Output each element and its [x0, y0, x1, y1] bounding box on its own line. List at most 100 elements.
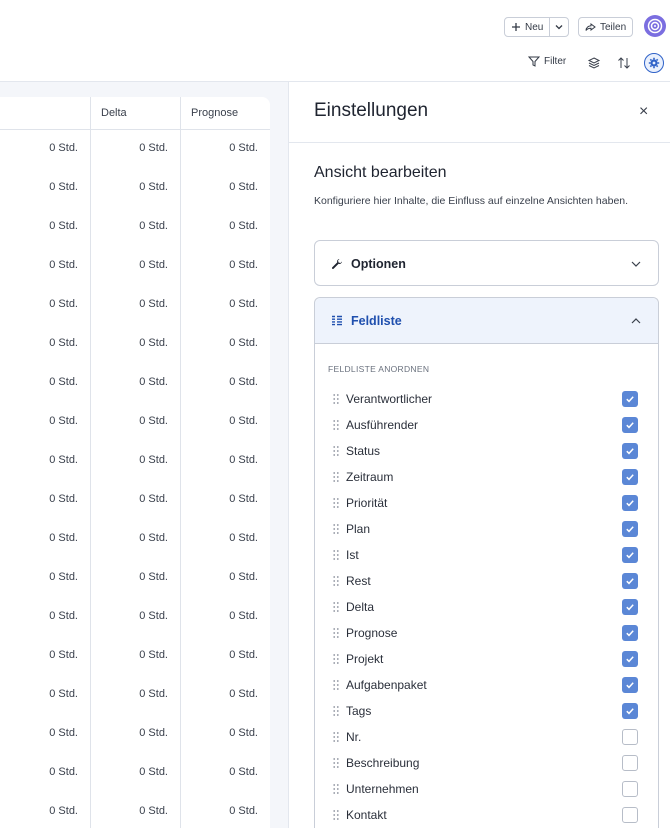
- table-row[interactable]: 0 Std. 0 Std. 0 Std.: [0, 481, 270, 520]
- table-cell: 0 Std.: [180, 130, 270, 169]
- field-checkbox[interactable]: [622, 391, 638, 407]
- field-list-item[interactable]: Ist: [315, 542, 658, 568]
- field-checkbox[interactable]: [622, 495, 638, 511]
- table-row[interactable]: 0 Std. 0 Std. 0 Std.: [0, 637, 270, 676]
- field-list-item[interactable]: Zeitraum: [315, 464, 658, 490]
- new-button[interactable]: Neu: [505, 18, 551, 36]
- new-dropdown-toggle[interactable]: [550, 18, 568, 36]
- field-checkbox[interactable]: [622, 755, 638, 771]
- table-row[interactable]: 0 Std. 0 Std. 0 Std.: [0, 715, 270, 754]
- section-description: Konfiguriere hier Inhalte, die Einfluss …: [314, 195, 629, 207]
- field-list-item[interactable]: Tags: [315, 698, 658, 724]
- table-cell: 0 Std.: [180, 325, 270, 364]
- table-row[interactable]: 0 Std. 0 Std. 0 Std.: [0, 403, 270, 442]
- table-row[interactable]: 0 Std. 0 Std. 0 Std.: [0, 286, 270, 325]
- drag-handle-icon[interactable]: [333, 809, 339, 821]
- drag-handle-icon[interactable]: [333, 471, 339, 483]
- field-checkbox[interactable]: [622, 599, 638, 615]
- field-list-item[interactable]: Priorität: [315, 490, 658, 516]
- table-row[interactable]: 0 Std. 0 Std. 0 Std.: [0, 364, 270, 403]
- table-row[interactable]: 0 Std. 0 Std. 0 Std.: [0, 247, 270, 286]
- field-list-item[interactable]: Projekt: [315, 646, 658, 672]
- field-list-item[interactable]: Delta: [315, 594, 658, 620]
- share-button[interactable]: Teilen: [578, 17, 634, 37]
- drag-handle-icon[interactable]: [333, 497, 339, 509]
- column-header-delta[interactable]: Delta: [90, 97, 180, 129]
- drag-handle-icon[interactable]: [333, 757, 339, 769]
- field-checkbox[interactable]: [622, 547, 638, 563]
- field-list-item[interactable]: Prognose: [315, 620, 658, 646]
- table-cell: 0 Std.: [49, 337, 78, 349]
- field-list-item[interactable]: Status: [315, 438, 658, 464]
- field-list-item[interactable]: Kontakt: [315, 802, 658, 828]
- field-label: Priorität: [346, 496, 388, 510]
- field-checkbox[interactable]: [622, 469, 638, 485]
- drag-handle-icon[interactable]: [333, 575, 339, 587]
- table-row[interactable]: 0 Std. 0 Std. 0 Std.: [0, 754, 270, 793]
- field-list-item[interactable]: Beschreibung: [315, 750, 658, 776]
- drag-handle-icon[interactable]: [333, 393, 339, 405]
- table-cell: 0 Std.: [180, 247, 270, 286]
- drag-handle-icon[interactable]: [333, 731, 339, 743]
- table-row[interactable]: 0 Std. 0 Std. 0 Std.: [0, 442, 270, 481]
- close-icon[interactable]: ×: [639, 103, 648, 121]
- field-checkbox[interactable]: [622, 521, 638, 537]
- table-row[interactable]: 0 Std. 0 Std. 0 Std.: [0, 169, 270, 208]
- drag-handle-icon[interactable]: [333, 627, 339, 639]
- filter-button[interactable]: Filter: [528, 56, 566, 67]
- app-logo[interactable]: [644, 15, 666, 37]
- field-checkbox[interactable]: [622, 573, 638, 589]
- field-list-item[interactable]: Aufgabenpaket: [315, 672, 658, 698]
- options-accordion-header[interactable]: Optionen: [315, 241, 658, 287]
- sort-button[interactable]: [615, 54, 633, 72]
- options-accordion[interactable]: Optionen: [314, 240, 659, 286]
- table-row[interactable]: 0 Std. 0 Std. 0 Std.: [0, 793, 270, 828]
- table-cell: 0 Std.: [90, 286, 180, 325]
- table-cell: 0 Std.: [180, 754, 270, 793]
- table-row[interactable]: 0 Std. 0 Std. 0 Std.: [0, 130, 270, 169]
- drag-handle-icon[interactable]: [333, 549, 339, 561]
- field-checkbox[interactable]: [622, 677, 638, 693]
- table-cell: 0 Std.: [49, 805, 78, 817]
- settings-button[interactable]: [644, 53, 664, 73]
- table-cell: 0 Std.: [90, 598, 180, 637]
- field-checkbox[interactable]: [622, 703, 638, 719]
- field-list-item[interactable]: Plan: [315, 516, 658, 542]
- field-list-item[interactable]: Rest: [315, 568, 658, 594]
- table-row[interactable]: 0 Std. 0 Std. 0 Std.: [0, 598, 270, 637]
- table-cell: 0 Std.: [90, 637, 180, 676]
- column-header-prognose[interactable]: Prognose: [180, 97, 270, 129]
- field-checkbox[interactable]: [622, 807, 638, 823]
- table-row[interactable]: 0 Std. 0 Std. 0 Std.: [0, 325, 270, 364]
- field-checkbox[interactable]: [622, 651, 638, 667]
- field-list-item[interactable]: Unternehmen: [315, 776, 658, 802]
- fieldlist-accordion-header[interactable]: Feldliste: [315, 298, 658, 344]
- drag-handle-icon[interactable]: [333, 705, 339, 717]
- field-checkbox[interactable]: [622, 625, 638, 641]
- drag-handle-icon[interactable]: [333, 679, 339, 691]
- drag-handle-icon[interactable]: [333, 523, 339, 535]
- field-checkbox[interactable]: [622, 443, 638, 459]
- group-button[interactable]: [585, 54, 603, 72]
- chevron-down-icon: [631, 261, 641, 267]
- drag-handle-icon[interactable]: [333, 601, 339, 613]
- field-list-item[interactable]: Ausführender: [315, 412, 658, 438]
- table-row[interactable]: 0 Std. 0 Std. 0 Std.: [0, 520, 270, 559]
- column-header-truncated[interactable]: [0, 97, 90, 129]
- field-checkbox[interactable]: [622, 781, 638, 797]
- table-row[interactable]: 0 Std. 0 Std. 0 Std.: [0, 676, 270, 715]
- table-row[interactable]: 0 Std. 0 Std. 0 Std.: [0, 208, 270, 247]
- table-cell: 0 Std.: [49, 727, 78, 739]
- table-cell: 0 Std.: [180, 481, 270, 520]
- drag-handle-icon[interactable]: [333, 653, 339, 665]
- field-checkbox[interactable]: [622, 417, 638, 433]
- drag-handle-icon[interactable]: [333, 419, 339, 431]
- drag-handle-icon[interactable]: [333, 783, 339, 795]
- drag-handle-icon[interactable]: [333, 445, 339, 457]
- field-list-item[interactable]: Verantwortlicher: [315, 386, 658, 412]
- chevron-up-icon: [631, 318, 641, 324]
- field-list-item[interactable]: Nr.: [315, 724, 658, 750]
- field-checkbox[interactable]: [622, 729, 638, 745]
- check-icon: [626, 630, 634, 637]
- table-row[interactable]: 0 Std. 0 Std. 0 Std.: [0, 559, 270, 598]
